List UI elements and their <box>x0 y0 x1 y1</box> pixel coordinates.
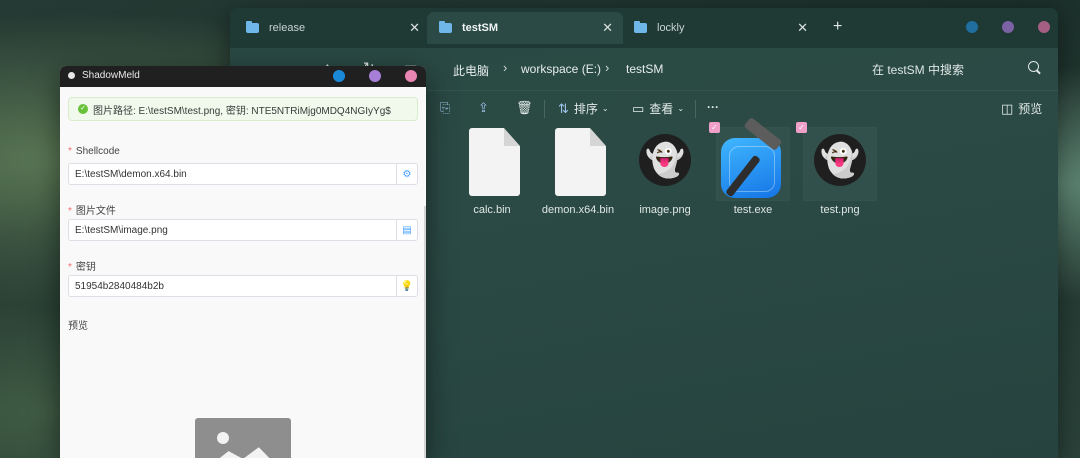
sort-icon: ⇅ <box>558 100 569 116</box>
delete-button[interactable]: 🗑 <box>516 100 538 116</box>
checkbox-checked-icon[interactable]: ✓ <box>796 122 807 133</box>
folder-icon <box>634 21 647 33</box>
bulb-icon[interactable]: 💡 <box>396 276 417 296</box>
xcode-app-icon: ✓ <box>709 116 790 201</box>
breadcrumb-separator: › <box>605 60 610 75</box>
title-bar: ShadowMeld <box>60 66 426 87</box>
ghost-image-icon: ✓ 👻 <box>796 122 877 201</box>
sort-label: 排序 <box>573 102 598 116</box>
share-button[interactable]: ⇪ <box>478 100 494 116</box>
success-alert: ✓ 图片路径: E:\testSM\test.png, 密钥: NTE5NTRi… <box>68 97 418 121</box>
close-icon[interactable]: ✕ <box>409 20 420 36</box>
close-icon[interactable]: ✕ <box>797 20 808 36</box>
view-icon: ▭ <box>632 100 645 116</box>
checkbox-checked-icon[interactable]: ✓ <box>709 122 720 133</box>
chevron-down-icon: ⌄ <box>601 104 609 113</box>
rename-button[interactable]: ⎘ <box>440 100 455 116</box>
search-icon[interactable] <box>1028 61 1039 72</box>
image-file-value[interactable]: E:\testSM\image.png <box>69 225 396 236</box>
breadcrumb-testsm[interactable]: testSM <box>626 62 663 76</box>
tab-release[interactable]: release ✕ <box>234 12 430 44</box>
tab-label: testSM <box>462 22 499 34</box>
file-name: image.png <box>639 204 691 216</box>
alert-text: 图片路径: E:\testSM\test.png, 密钥: NTE5NTRiMj… <box>93 105 391 117</box>
ghost-image-icon: 👻 <box>629 128 701 200</box>
file-item[interactable]: demon.x64.bin <box>536 128 620 216</box>
close-icon[interactable]: ✕ <box>602 20 613 36</box>
preview-label: 预览 <box>68 321 88 332</box>
window-dot-pink[interactable] <box>1038 21 1050 33</box>
breadcrumb-workspace[interactable]: workspace (E:) <box>521 62 601 76</box>
image-placeholder-icon <box>195 418 291 458</box>
preview-pane-icon: ◫ <box>1001 100 1014 116</box>
key-field[interactable]: 51954b2840484b2b 💡 <box>68 275 418 297</box>
folder-icon <box>246 21 259 33</box>
window-dot-purple[interactable] <box>1002 21 1014 33</box>
shellcode-label: * Shellcode <box>68 146 120 157</box>
view-label: 查看 <box>649 102 674 116</box>
key-value[interactable]: 51954b2840484b2b <box>69 281 396 292</box>
share-icon: ⇪ <box>478 100 489 115</box>
rename-icon: ⎘ <box>440 100 451 115</box>
file-item[interactable]: calc.bin <box>450 128 534 216</box>
window-dot-blue[interactable] <box>966 21 978 33</box>
file-item-selected[interactable]: ✓ 👻 test.png <box>796 122 882 216</box>
new-tab-button[interactable]: + <box>833 18 842 36</box>
tab-label: release <box>269 22 306 34</box>
document-icon <box>542 128 614 200</box>
window-dot-pink[interactable] <box>405 70 417 82</box>
image-file-label: * 图片文件 <box>68 206 116 217</box>
tab-lockly[interactable]: lockly ✕ <box>622 12 818 44</box>
shellcode-field[interactable]: E:\testSM\demon.x64.bin ⚙ <box>68 163 418 185</box>
trash-icon: 🗑 <box>516 100 533 115</box>
key-label: * 密钥 <box>68 262 96 273</box>
sort-button[interactable]: ⇅ 排序 ⌄ <box>558 100 609 117</box>
shellcode-value[interactable]: E:\testSM\demon.x64.bin <box>69 169 396 180</box>
chevron-down-icon: ⌄ <box>677 104 685 113</box>
breadcrumb-separator: › <box>503 60 508 75</box>
view-button[interactable]: ▭ 查看 ⌄ <box>632 100 684 117</box>
shadowmeld-window: ShadowMeld ✓ 图片路径: E:\testSM\test.png, 密… <box>60 66 426 458</box>
tab-label: lockly <box>657 22 685 34</box>
toolbar-divider <box>544 100 545 118</box>
window-title: ShadowMeld <box>82 70 140 81</box>
toolbar-divider <box>695 100 696 118</box>
file-name: calc.bin <box>473 204 511 216</box>
preview-pane-button[interactable]: ◫ 预览 <box>1001 100 1042 117</box>
image-file-field[interactable]: E:\testSM\image.png ▤ <box>68 219 418 241</box>
breadcrumb-this-pc[interactable]: 此电脑 <box>453 62 489 79</box>
preview-pane-label: 预览 <box>1018 102 1043 116</box>
folder-icon <box>439 21 452 33</box>
scrollbar[interactable] <box>424 206 426 458</box>
file-item[interactable]: 👻 image.png <box>623 128 707 216</box>
file-name: test.exe <box>733 204 773 216</box>
search-input[interactable]: 在 testSM 中搜索 <box>872 61 964 78</box>
window-dot-blue[interactable] <box>333 70 345 82</box>
more-options-button[interactable]: ··· <box>707 100 719 114</box>
window-dot-purple[interactable] <box>369 70 381 82</box>
file-item-selected[interactable]: ✓ test.exe <box>709 116 795 216</box>
app-logo-icon <box>68 72 75 79</box>
document-icon <box>456 128 528 200</box>
file-name: test.png <box>820 204 860 216</box>
file-name: demon.x64.bin <box>541 204 615 216</box>
tab-testsm[interactable]: testSM ✕ <box>427 12 623 44</box>
file-icon[interactable]: ▤ <box>396 220 417 240</box>
bug-icon[interactable]: ⚙ <box>396 164 417 184</box>
tab-bar: release ✕ testSM ✕ lockly ✕ + <box>230 8 1058 48</box>
success-check-icon: ✓ <box>78 104 88 114</box>
